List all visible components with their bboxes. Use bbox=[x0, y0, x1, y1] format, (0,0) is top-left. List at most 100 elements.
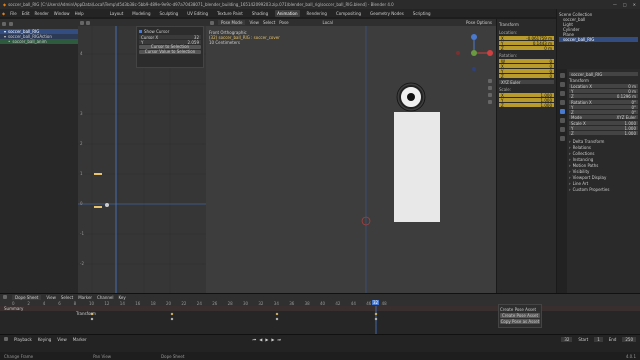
rotation-w-field[interactable]: W0 bbox=[499, 59, 554, 64]
prop-rotation-x[interactable]: Rotation X 0° bbox=[569, 100, 638, 105]
location-x-field[interactable]: X -0.061759 m bbox=[499, 36, 554, 41]
jump-end-icon[interactable]: ⏭ bbox=[277, 337, 281, 342]
ds-menu-view[interactable]: View bbox=[46, 295, 56, 300]
render-tab-icon[interactable] bbox=[559, 82, 565, 87]
rotation-mode-selector[interactable]: XYZ Euler bbox=[499, 80, 554, 85]
current-frame-field[interactable]: 32 bbox=[561, 336, 573, 342]
maximize-button[interactable]: □ bbox=[623, 2, 627, 7]
tab-modeling[interactable]: Modeling bbox=[130, 10, 152, 17]
mode-selector[interactable]: Pose Mode bbox=[218, 20, 246, 25]
timeline-marker-menu[interactable]: Marker bbox=[73, 337, 87, 342]
channel-item-anim[interactable]: • soccer_ball_anim bbox=[0, 39, 78, 44]
menu-file[interactable]: File bbox=[10, 11, 17, 16]
viewport-menu-pose[interactable]: Pose bbox=[279, 20, 288, 25]
tab-texture-paint[interactable]: Texture Paint bbox=[215, 10, 245, 17]
prop-rotation-y[interactable]: Y 0° bbox=[569, 105, 638, 110]
jump-start-icon[interactable]: ⏮ bbox=[253, 337, 257, 342]
object-tab-icon[interactable] bbox=[559, 109, 565, 114]
copy-pose-asset-button[interactable]: Copy Pose as Asset bbox=[500, 319, 540, 324]
pan-hand-icon[interactable] bbox=[488, 86, 492, 90]
viewport-menu-view[interactable]: View bbox=[249, 20, 259, 25]
menu-edit[interactable]: Edit bbox=[22, 11, 30, 16]
transform-orientation-selector[interactable]: Local bbox=[323, 20, 333, 25]
start-frame-field[interactable]: 1 bbox=[594, 336, 603, 342]
editor-type-icon[interactable] bbox=[2, 22, 6, 26]
3d-viewport[interactable] bbox=[206, 19, 496, 293]
menu-render[interactable]: Render bbox=[35, 11, 49, 16]
prop-scale-x[interactable]: Scale X 1.000 bbox=[569, 121, 638, 126]
show-cursor-checkbox[interactable] bbox=[139, 30, 142, 33]
create-pose-asset-button[interactable]: Create Pose Asset bbox=[500, 313, 540, 318]
filter-icon[interactable] bbox=[9, 22, 13, 26]
minimize-button[interactable]: — bbox=[613, 2, 617, 7]
navigation-gizmo[interactable] bbox=[454, 33, 494, 74]
scale-z-field[interactable]: Z 1.000 bbox=[499, 103, 554, 108]
timeline-view-menu[interactable]: View bbox=[57, 337, 67, 342]
prop-mode[interactable]: Mode XYZ Euler bbox=[569, 115, 638, 120]
tab-uv-editing[interactable]: UV Editing bbox=[185, 10, 210, 17]
prop-rotation-z[interactable]: Z 0° bbox=[569, 110, 638, 115]
rotation-z-field[interactable]: Z0 bbox=[499, 74, 554, 79]
play-icon[interactable]: ▶ bbox=[265, 337, 268, 342]
menu-window[interactable]: Window bbox=[54, 11, 70, 16]
output-tab-icon[interactable] bbox=[559, 91, 565, 96]
tab-animation[interactable]: Animation bbox=[275, 9, 300, 17]
prop-location-y[interactable]: Y0 m bbox=[569, 89, 638, 94]
outliner-item-rig[interactable]: soccer_ball_RIG bbox=[559, 37, 638, 42]
constraint-tab-icon[interactable] bbox=[559, 127, 565, 132]
tab-shading[interactable]: Shading bbox=[250, 10, 270, 17]
tab-scripting[interactable]: Scripting bbox=[411, 10, 433, 17]
tool-tab-icon[interactable] bbox=[559, 73, 565, 78]
ds-menu-key[interactable]: Key bbox=[118, 295, 125, 300]
close-button[interactable]: ✕ bbox=[633, 2, 636, 7]
scale-x-field[interactable]: X 1.000 bbox=[499, 93, 554, 98]
dope-sheet[interactable]: Dope Sheet View Select Marker Channel Ke… bbox=[0, 293, 640, 335]
current-frame-indicator[interactable]: 32 bbox=[372, 300, 380, 305]
tab-sculpting[interactable]: Sculpting bbox=[158, 10, 181, 17]
scale-y-field[interactable]: Y 1.000 bbox=[499, 98, 554, 103]
rotation-x-field[interactable]: X0 bbox=[499, 64, 554, 69]
end-frame-field[interactable]: 250 bbox=[622, 336, 636, 342]
grid-icon[interactable] bbox=[488, 100, 492, 104]
ds-menu-select[interactable]: Select bbox=[61, 295, 73, 300]
tab-geometry-nodes[interactable]: Geometry Nodes bbox=[368, 10, 406, 17]
graph-editor-icon[interactable] bbox=[80, 20, 84, 25]
editor-type-icon[interactable] bbox=[3, 295, 7, 299]
prop-location-x[interactable]: Location X0 m bbox=[569, 84, 638, 89]
zoom-icon[interactable] bbox=[488, 79, 492, 83]
prop-scale-z[interactable]: Z 1.000 bbox=[569, 131, 638, 136]
object-name-field[interactable]: soccer_ball_RIG bbox=[569, 72, 638, 77]
editor-type-icon[interactable] bbox=[4, 337, 8, 341]
view-icon[interactable] bbox=[86, 20, 90, 25]
pose-options-menu[interactable]: Pose Options bbox=[466, 20, 492, 25]
tab-compositing[interactable]: Compositing bbox=[334, 10, 363, 17]
ds-menu-channel[interactable]: Channel bbox=[97, 295, 113, 300]
playback-menu[interactable]: Playback bbox=[14, 337, 32, 342]
ds-menu-marker[interactable]: Marker bbox=[78, 295, 92, 300]
menu-help[interactable]: Help bbox=[75, 11, 84, 16]
editor-type-icon[interactable] bbox=[210, 20, 214, 25]
viewport-menu-select[interactable]: Select bbox=[263, 20, 275, 25]
transform-header[interactable]: Transform bbox=[499, 21, 554, 27]
data-tab-icon[interactable] bbox=[559, 136, 565, 141]
physics-tab-icon[interactable] bbox=[559, 118, 565, 123]
cursor-value-to-selection-button[interactable]: Cursor Value to Selection bbox=[139, 50, 201, 54]
keying-menu[interactable]: Keying bbox=[38, 337, 51, 342]
camera-icon[interactable] bbox=[488, 93, 492, 97]
scene-tab-icon[interactable] bbox=[559, 100, 565, 105]
location-y-field[interactable]: Y 0.1443 m bbox=[499, 41, 554, 46]
dope-sheet-mode-selector[interactable]: Dope Sheet bbox=[12, 294, 42, 300]
tab-layout[interactable]: Layout bbox=[108, 10, 126, 17]
pose-asset-title[interactable]: Create Pose Asset bbox=[500, 306, 540, 312]
tab-rendering[interactable]: Rendering bbox=[305, 10, 329, 17]
next-key-icon[interactable]: ▶ bbox=[271, 337, 274, 342]
prop-scale-y[interactable]: Y 1.000 bbox=[569, 126, 638, 131]
prop-location-z[interactable]: Z 0.1296 m bbox=[569, 94, 638, 99]
prev-key-icon[interactable]: ◀ bbox=[259, 337, 262, 342]
cursor-x-field[interactable]: Cursor X 32 bbox=[139, 35, 201, 40]
rotation-y-field[interactable]: Y0 bbox=[499, 69, 554, 74]
blender-menu-icon[interactable]: ◆ bbox=[2, 11, 5, 16]
location-z-field[interactable]: Z0 m bbox=[499, 46, 554, 51]
section-custom-properties[interactable]: › Custom Properties bbox=[569, 186, 638, 192]
transform-section[interactable]: Transform bbox=[569, 77, 638, 83]
